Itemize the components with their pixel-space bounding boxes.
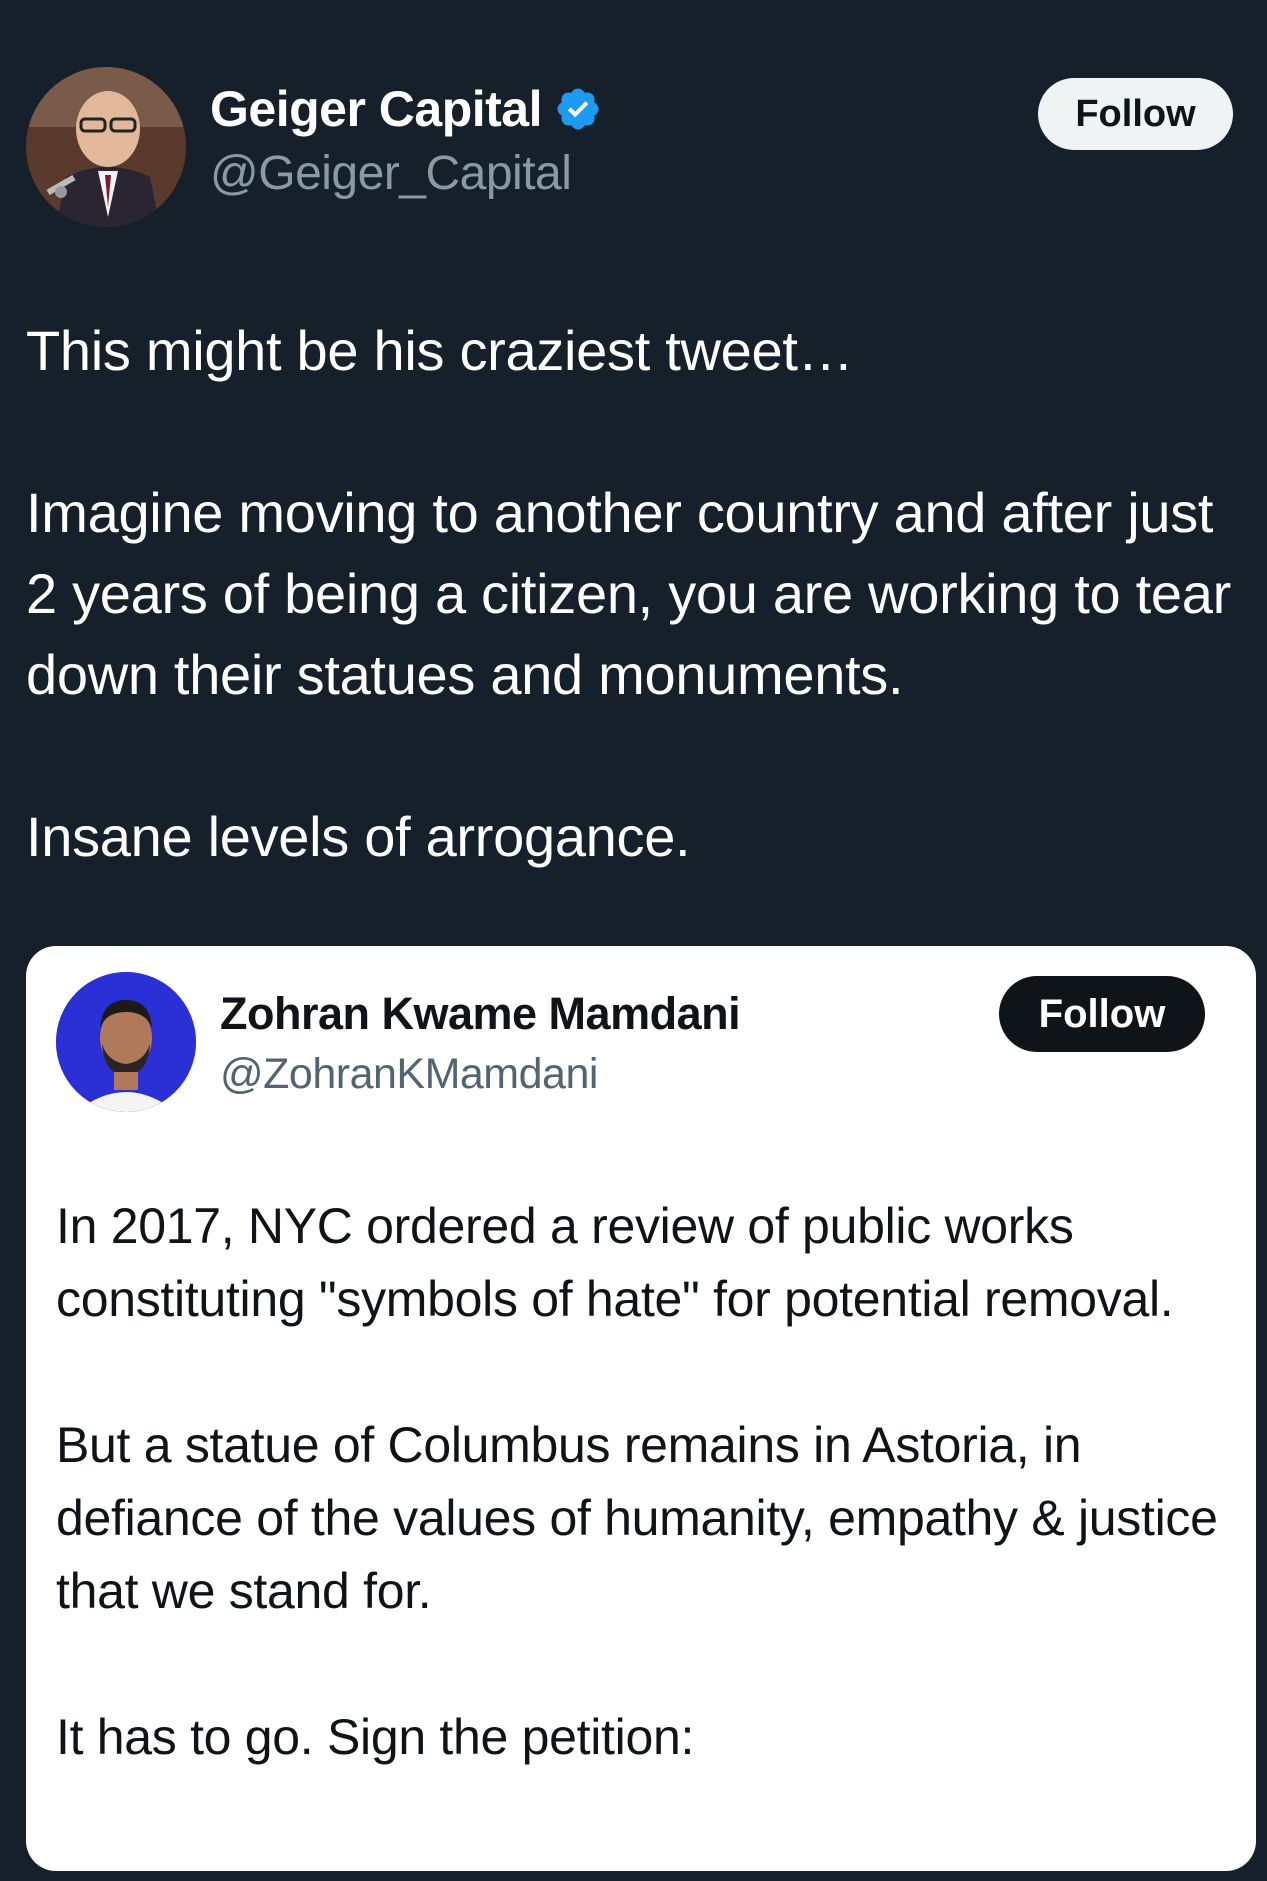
author-display-name[interactable]: Geiger Capital	[210, 80, 543, 138]
author-name-block: Geiger Capital @Geiger_Capital	[210, 78, 602, 201]
quoted-paragraph: But a statue of Columbus remains in Asto…	[56, 1417, 1218, 1619]
author-handle[interactable]: @Geiger_Capital	[210, 146, 602, 201]
tweet-paragraph: This might be his craziest tweet…	[26, 319, 854, 382]
author-avatar-image	[26, 67, 186, 227]
quoted-author-handle[interactable]: @ZohranKMamdani	[220, 1050, 740, 1099]
quoted-author-avatar-image	[56, 972, 196, 1112]
quoted-follow-button[interactable]: Follow	[999, 976, 1205, 1052]
quoted-tweet-card[interactable]: Zohran Kwame Mamdani @ZohranKMamdani Fol…	[26, 946, 1256, 1871]
quoted-paragraph: In 2017, NYC ordered a review of public …	[56, 1198, 1174, 1327]
tweet-paragraph: Insane levels of arrogance.	[26, 805, 691, 868]
tweet-card: Geiger Capital @Geiger_Capital Follow Th…	[0, 0, 1267, 1881]
tweet-paragraph: Imagine moving to another country and af…	[26, 481, 1231, 706]
quoted-author-name-block: Zohran Kwame Mamdani @ZohranKMamdani	[220, 988, 741, 1099]
follow-button[interactable]: Follow	[1038, 78, 1233, 150]
author-name-row: Geiger Capital	[210, 78, 602, 140]
author-avatar[interactable]	[26, 67, 186, 227]
tweet-header: Geiger Capital @Geiger_Capital Follow	[0, 0, 1267, 240]
quoted-tweet-text: In 2017, NYC ordered a review of public …	[56, 1190, 1236, 1774]
quoted-author-display-name[interactable]: Zohran Kwame Mamdani	[220, 988, 741, 1044]
quoted-paragraph: It has to go. Sign the petition:	[56, 1709, 695, 1765]
verified-badge-icon	[554, 85, 602, 133]
tweet-text: This might be his craziest tweet… Imagin…	[26, 310, 1251, 877]
quoted-author-avatar[interactable]	[56, 972, 196, 1112]
